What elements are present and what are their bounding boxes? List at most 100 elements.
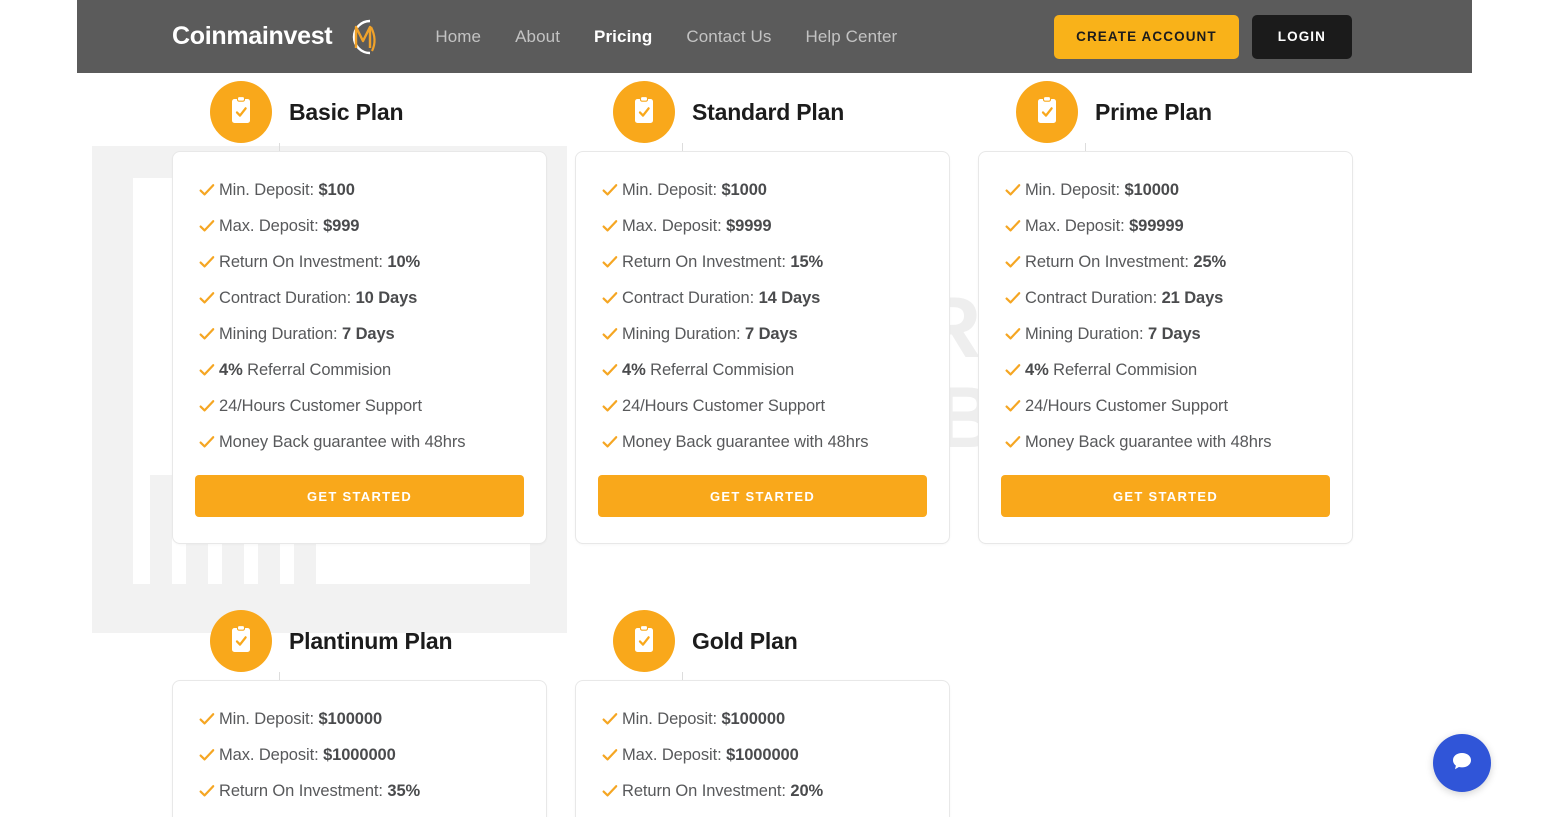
plan-feature-card: Min. Deposit: $100 Max. Deposit: $999 Retu…: [172, 151, 547, 544]
site-header: Coinmainvest Home About Pricing Contact …: [77, 0, 1472, 73]
check-icon: [602, 179, 622, 201]
check-icon: [1005, 215, 1025, 237]
plan-feature-item: 24/Hours Customer Support: [173, 395, 546, 417]
plan-feature-item: Return On Investment: 10%: [173, 251, 546, 273]
plan-feature-text: Return On Investment: 15%: [622, 251, 823, 273]
plan-card-prime-plan: Prime PlanMin. Deposit: $10000Max. Depos…: [978, 73, 1353, 544]
nav-item-home[interactable]: Home: [435, 27, 481, 47]
plan-feature-text: Min. Deposit: $1000: [622, 179, 767, 201]
plan-feature-text: Contract Duration: 10 Days: [219, 287, 417, 309]
plan-feature-item: Return On Investment: 35%: [173, 780, 546, 802]
clipboard-check-icon: [631, 95, 657, 130]
check-icon: [602, 708, 622, 730]
check-icon: [199, 323, 219, 345]
plan-feature-text: 4% Referral Commision: [1025, 359, 1197, 381]
plan-title: Basic Plan: [289, 99, 403, 126]
plan-feature-text: Min. Deposit: $100: [219, 179, 355, 201]
plan-title: Plantinum Plan: [289, 628, 452, 655]
check-icon: [602, 323, 622, 345]
plan-header: Plantinum Plan: [210, 602, 547, 680]
plan-badge: [210, 81, 272, 143]
plan-badge: [210, 610, 272, 672]
plan-feature-item: Return On Investment: 20%: [576, 780, 949, 802]
get-started-button[interactable]: GET STARTED: [1001, 475, 1330, 517]
plan-feature-text: Contract Duration: 14 Days: [622, 287, 820, 309]
clipboard-check-icon: [631, 624, 657, 659]
check-icon: [199, 251, 219, 273]
plan-feature-item: 4% Referral Commision: [576, 359, 949, 381]
check-icon: [1005, 323, 1025, 345]
plan-feature-text: Return On Investment: 25%: [1025, 251, 1226, 273]
check-icon: [199, 215, 219, 237]
create-account-button[interactable]: CREATE ACCOUNT: [1054, 15, 1239, 59]
plan-feature-item: Mining Duration: 7 Days: [576, 323, 949, 345]
nav-item-about[interactable]: About: [515, 27, 560, 47]
nav-item-contact-us[interactable]: Contact Us: [686, 27, 771, 47]
plan-title: Gold Plan: [692, 628, 798, 655]
brand-name: Coinmainvest: [172, 22, 332, 51]
plan-feature-text: Return On Investment: 20%: [622, 780, 823, 802]
plan-header: Gold Plan: [613, 602, 950, 680]
main-nav: Home About Pricing Contact Us Help Cente…: [435, 27, 897, 47]
plan-feature-item: 4% Referral Commision: [173, 359, 546, 381]
brand-logo[interactable]: Coinmainvest: [172, 15, 382, 59]
plan-feature-text: Mining Duration: 7 Days: [219, 323, 395, 345]
plan-feature-item: Money Back guarantee with 48hrs: [979, 431, 1352, 453]
plan-feature-text: 24/Hours Customer Support: [219, 395, 422, 417]
check-icon: [1005, 395, 1025, 417]
clipboard-check-icon: [228, 624, 254, 659]
check-icon: [199, 431, 219, 453]
plan-title: Prime Plan: [1095, 99, 1212, 126]
nav-item-pricing[interactable]: Pricing: [594, 27, 652, 47]
plan-feature-item: Max. Deposit: $1000000: [576, 744, 949, 766]
plan-feature-text: 24/Hours Customer Support: [622, 395, 825, 417]
plan-header: Basic Plan: [210, 73, 547, 151]
plan-feature-card: Min. Deposit: $1000 Max. Deposit: $9999 Re…: [575, 151, 950, 544]
plan-card-standard-plan: Standard PlanMin. Deposit: $1000Max. Dep…: [575, 73, 950, 544]
plan-feature-text: Max. Deposit: $1000000: [219, 744, 396, 766]
plan-badge: [613, 81, 675, 143]
plan-feature-text: 4% Referral Commision: [219, 359, 391, 381]
get-started-button[interactable]: GET STARTED: [195, 475, 524, 517]
plan-badge: [613, 610, 675, 672]
plan-feature-text: Money Back guarantee with 48hrs: [622, 431, 868, 453]
plan-feature-item: Contract Duration: 14 Days: [576, 287, 949, 309]
chat-widget-button[interactable]: [1433, 734, 1491, 792]
plan-feature-item: Min. Deposit: $100000: [576, 708, 949, 730]
check-icon: [602, 359, 622, 381]
plan-feature-item: Min. Deposit: $1000: [576, 179, 949, 201]
plan-header: Prime Plan: [1016, 73, 1353, 151]
check-icon: [199, 708, 219, 730]
plan-feature-text: Min. Deposit: $100000: [622, 708, 785, 730]
plan-feature-text: Min. Deposit: $100000: [219, 708, 382, 730]
plan-card-gold-plan: Gold Plan Min. Deposit: $100000 Max. Depos…: [575, 602, 950, 817]
plan-feature-item: Min. Deposit: $100000: [173, 708, 546, 730]
coinmainvest-monogram-icon: [340, 15, 382, 59]
chat-bubble-icon: [1449, 748, 1475, 779]
check-icon: [199, 179, 219, 201]
check-icon: [199, 287, 219, 309]
check-icon: [602, 395, 622, 417]
plan-feature-item: 4% Referral Commision: [979, 359, 1352, 381]
plan-feature-item: Min. Deposit: $100: [173, 179, 546, 201]
plan-feature-item: Max. Deposit: $1000000: [173, 744, 546, 766]
nav-item-help-center[interactable]: Help Center: [805, 27, 897, 47]
plan-feature-item: Return On Investment: 15%: [576, 251, 949, 273]
plan-card-basic-plan: Basic Plan Min. Deposit: $100 Max. Deposit…: [172, 73, 547, 544]
get-started-button[interactable]: GET STARTED: [598, 475, 927, 517]
plan-feature-text: Return On Investment: 10%: [219, 251, 420, 273]
plan-feature-item: Min. Deposit: $10000: [979, 179, 1352, 201]
login-button[interactable]: LOGIN: [1252, 15, 1352, 59]
plan-feature-item: Max. Deposit: $9999: [576, 215, 949, 237]
plan-feature-text: Mining Duration: 7 Days: [1025, 323, 1201, 345]
plan-feature-item: Max. Deposit: $999: [173, 215, 546, 237]
check-icon: [602, 780, 622, 802]
check-icon: [1005, 251, 1025, 273]
plan-feature-text: Return On Investment: 35%: [219, 780, 420, 802]
plan-feature-item: Money Back guarantee with 48hrs: [576, 431, 949, 453]
plan-feature-card: Min. Deposit: $100000 Max. Deposit: $1000…: [172, 680, 547, 817]
check-icon: [602, 744, 622, 766]
check-icon: [1005, 359, 1025, 381]
plan-feature-item: 24/Hours Customer Support: [576, 395, 949, 417]
plan-feature-item: Mining Duration: 7 Days: [979, 323, 1352, 345]
